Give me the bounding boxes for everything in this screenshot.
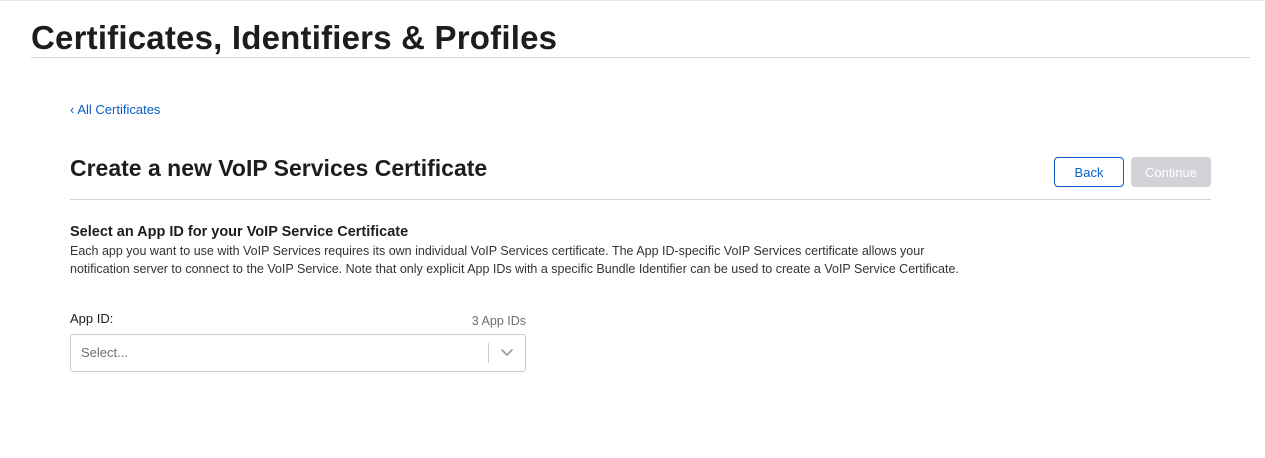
page-title: Create a new VoIP Services Certificate bbox=[70, 155, 488, 181]
continue-button[interactable]: Continue bbox=[1131, 157, 1211, 187]
app-id-count: 3 App IDs bbox=[471, 314, 526, 328]
field-label-row: App ID: 3 App IDs bbox=[70, 311, 526, 329]
select-separator bbox=[488, 343, 489, 363]
app-id-select-placeholder: Select... bbox=[81, 345, 128, 360]
app-id-label: App ID: bbox=[70, 311, 114, 326]
section-description: Each app you want to use with VoIP Servi… bbox=[70, 244, 959, 276]
page: Certificates, Identifiers & Profiles ‹ A… bbox=[0, 0, 1265, 458]
app-id-field: App ID: 3 App IDs Select... bbox=[70, 311, 526, 372]
title-row: Create a new VoIP Services Certificate B… bbox=[70, 119, 1211, 200]
section-title: Select an App ID for your VoIP Service C… bbox=[70, 224, 409, 240]
chevron-left-icon: ‹ bbox=[70, 102, 75, 117]
app-title: Certificates, Identifiers & Profiles bbox=[31, 19, 558, 56]
chevron-down-icon[interactable] bbox=[499, 346, 515, 360]
app-id-section: Select an App ID for your VoIP Service C… bbox=[70, 223, 1211, 372]
all-certificates-link[interactable]: ‹ All Certificates bbox=[70, 101, 160, 119]
main-content: ‹ All Certificates Create a new VoIP Ser… bbox=[70, 101, 1211, 372]
app-header: Certificates, Identifiers & Profiles bbox=[31, 1, 1250, 58]
back-link-label: All Certificates bbox=[77, 102, 161, 117]
app-id-select[interactable]: Select... bbox=[70, 334, 526, 372]
back-button[interactable]: Back bbox=[1054, 157, 1124, 187]
